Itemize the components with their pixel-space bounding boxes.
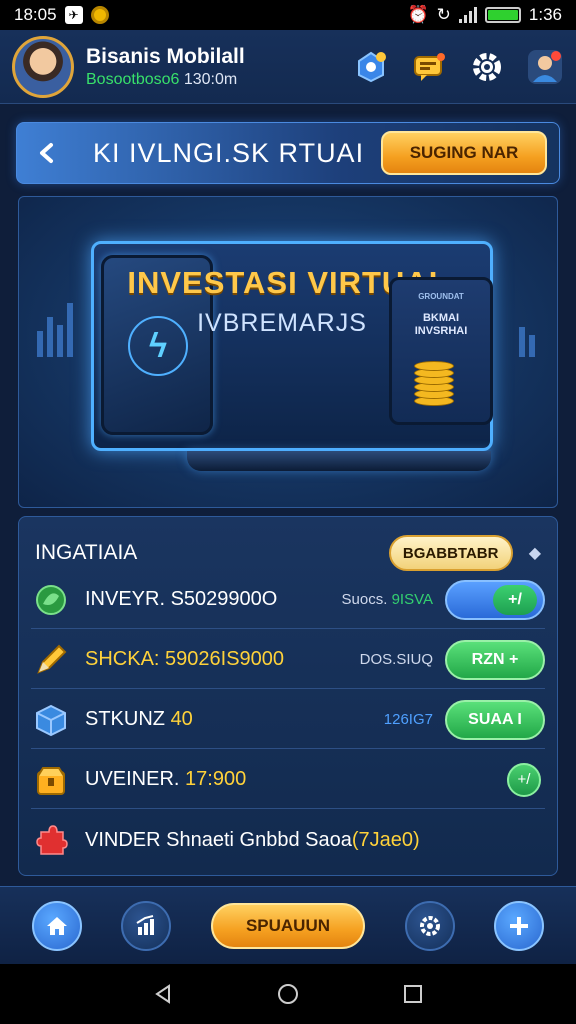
status-time-left: 18:05 [14, 5, 57, 24]
phone-top-text: GROUNDAT [418, 292, 464, 301]
page-title: KI IVLNGI.SK RTUAI [93, 137, 365, 168]
user-id: Bosootboso6 [86, 70, 180, 88]
row-value: Suocs. 9ISVA [342, 591, 433, 608]
user-info: Bisanis Mobilall Bosootboso6 130:0m [86, 45, 352, 89]
row-value-green: 9ISVA [391, 591, 433, 608]
back-button[interactable] [29, 135, 65, 171]
row-label-highlight: 17:900 [185, 768, 247, 790]
list-item: UVEINER. 17:900 +/ [31, 751, 545, 809]
row-label: INVEYR. S5029900O [85, 588, 278, 610]
row-label-highlight: 40 [170, 708, 193, 730]
panel-header: INGATIAIA BGABBTABR ◆ [35, 533, 541, 573]
coin-stack-icon [414, 358, 454, 406]
coin-notification-icon [90, 6, 109, 24]
bottom-nav: SPUAUUN [0, 886, 576, 964]
row-value: 126IG7 [383, 711, 433, 728]
system-nav-bar [0, 964, 576, 1024]
diamond-arrow-icon[interactable]: ◆ [529, 543, 541, 563]
chart-icon[interactable] [121, 900, 172, 951]
title-bar: KI IVLNGI.SK RTUAI SUGING NAR [16, 122, 560, 184]
chest-icon [31, 760, 71, 800]
row-action-button[interactable]: +/ [507, 762, 541, 797]
panel-title: INGATIAIA [35, 541, 138, 564]
user-name: Bisanis Mobilall [86, 44, 245, 68]
home-icon[interactable] [31, 900, 82, 951]
row-value: DOS.SIUQ [359, 651, 433, 668]
row-action-button[interactable]: RZN + [445, 639, 545, 680]
title-cta-button[interactable]: SUGING NAR [381, 131, 547, 175]
row-value-prefix: Suocs. [341, 591, 388, 608]
promo-banner[interactable]: ϟ INVESTASI VIRTUAL IVBREMARJS GROUNDAT … [18, 196, 558, 508]
back-triangle-icon[interactable] [143, 974, 183, 1014]
alarm-icon: ⏰ [407, 5, 429, 24]
row-label-prefix: UVEINER. [85, 768, 180, 790]
row-label: STKUNZ 40 [85, 708, 384, 731]
chat-icon[interactable] [410, 48, 448, 86]
chevron-left-icon [40, 143, 53, 163]
row-label: VINDER Shnaeti Gnbbd Saoa(7Jae0) [85, 829, 545, 852]
row-label-highlight: (7Jae0) [351, 828, 420, 851]
nav-cta-button[interactable]: SPUAUUN [210, 902, 365, 949]
row-label-prefix: STKUNZ [85, 708, 165, 730]
battery-icon [484, 7, 521, 23]
notification-bell-icon[interactable] [352, 48, 390, 86]
list-item: SHCKA: 59026IS9000 DOS.SIUQ RZN + [31, 631, 545, 689]
list-item: STKUNZ 40 126IG7 SUAA I [31, 691, 545, 749]
row-button-label: +/ [493, 584, 537, 615]
app-notification-icon: ✈ [64, 6, 83, 24]
phone-text: BKMAI INVSRHAI [414, 312, 468, 337]
signal-icon [458, 7, 477, 23]
avatar[interactable] [12, 35, 74, 98]
puzzle-icon [31, 820, 71, 860]
row-action-button[interactable]: SUAA I [445, 699, 545, 740]
user-subtitle: Bosootboso6 130:0m [86, 71, 352, 89]
status-time-right: 1:36 [528, 5, 562, 24]
user-balance: 130:0m [183, 70, 238, 88]
row-label: UVEINER. 17:900 [85, 768, 507, 791]
gear-icon[interactable] [468, 48, 506, 86]
list-item: VINDER Shnaeti Gnbbd Saoa(7Jae0) [31, 811, 545, 869]
app-header: Bisanis Mobilall Bosootboso6 130:0m [0, 30, 576, 104]
investment-panel: INGATIAIA BGABBTABR ◆ INVEYR. S5029900O … [18, 516, 558, 876]
leaf-coin-icon [31, 580, 71, 620]
row-label-prefix: VINDER Shnaeti Gnbbd Saoa [85, 828, 352, 851]
cube-icon [31, 700, 71, 740]
sync-icon: ↻ [436, 5, 451, 24]
row-label: SHCKA: 59026IS9000 [85, 648, 285, 670]
home-circle-icon[interactable] [268, 974, 308, 1014]
row-action-button[interactable]: +/ [445, 579, 545, 620]
status-bar: 18:05 ✈ ⏰ ↻ 1:36 [0, 0, 576, 30]
profile-icon[interactable] [526, 48, 564, 86]
list-item: INVEYR. S5029900O Suocs. 9ISVA +/ [31, 571, 545, 629]
phone-illustration: GROUNDAT BKMAI INVSRHAI [389, 277, 493, 425]
panel-pill-button[interactable]: BGABBTABR [388, 535, 513, 571]
laptop-base [187, 451, 491, 471]
pencil-icon [31, 640, 71, 680]
settings-circle-icon[interactable] [404, 900, 455, 951]
recents-square-icon[interactable] [393, 974, 433, 1014]
plus-icon[interactable] [494, 900, 545, 951]
